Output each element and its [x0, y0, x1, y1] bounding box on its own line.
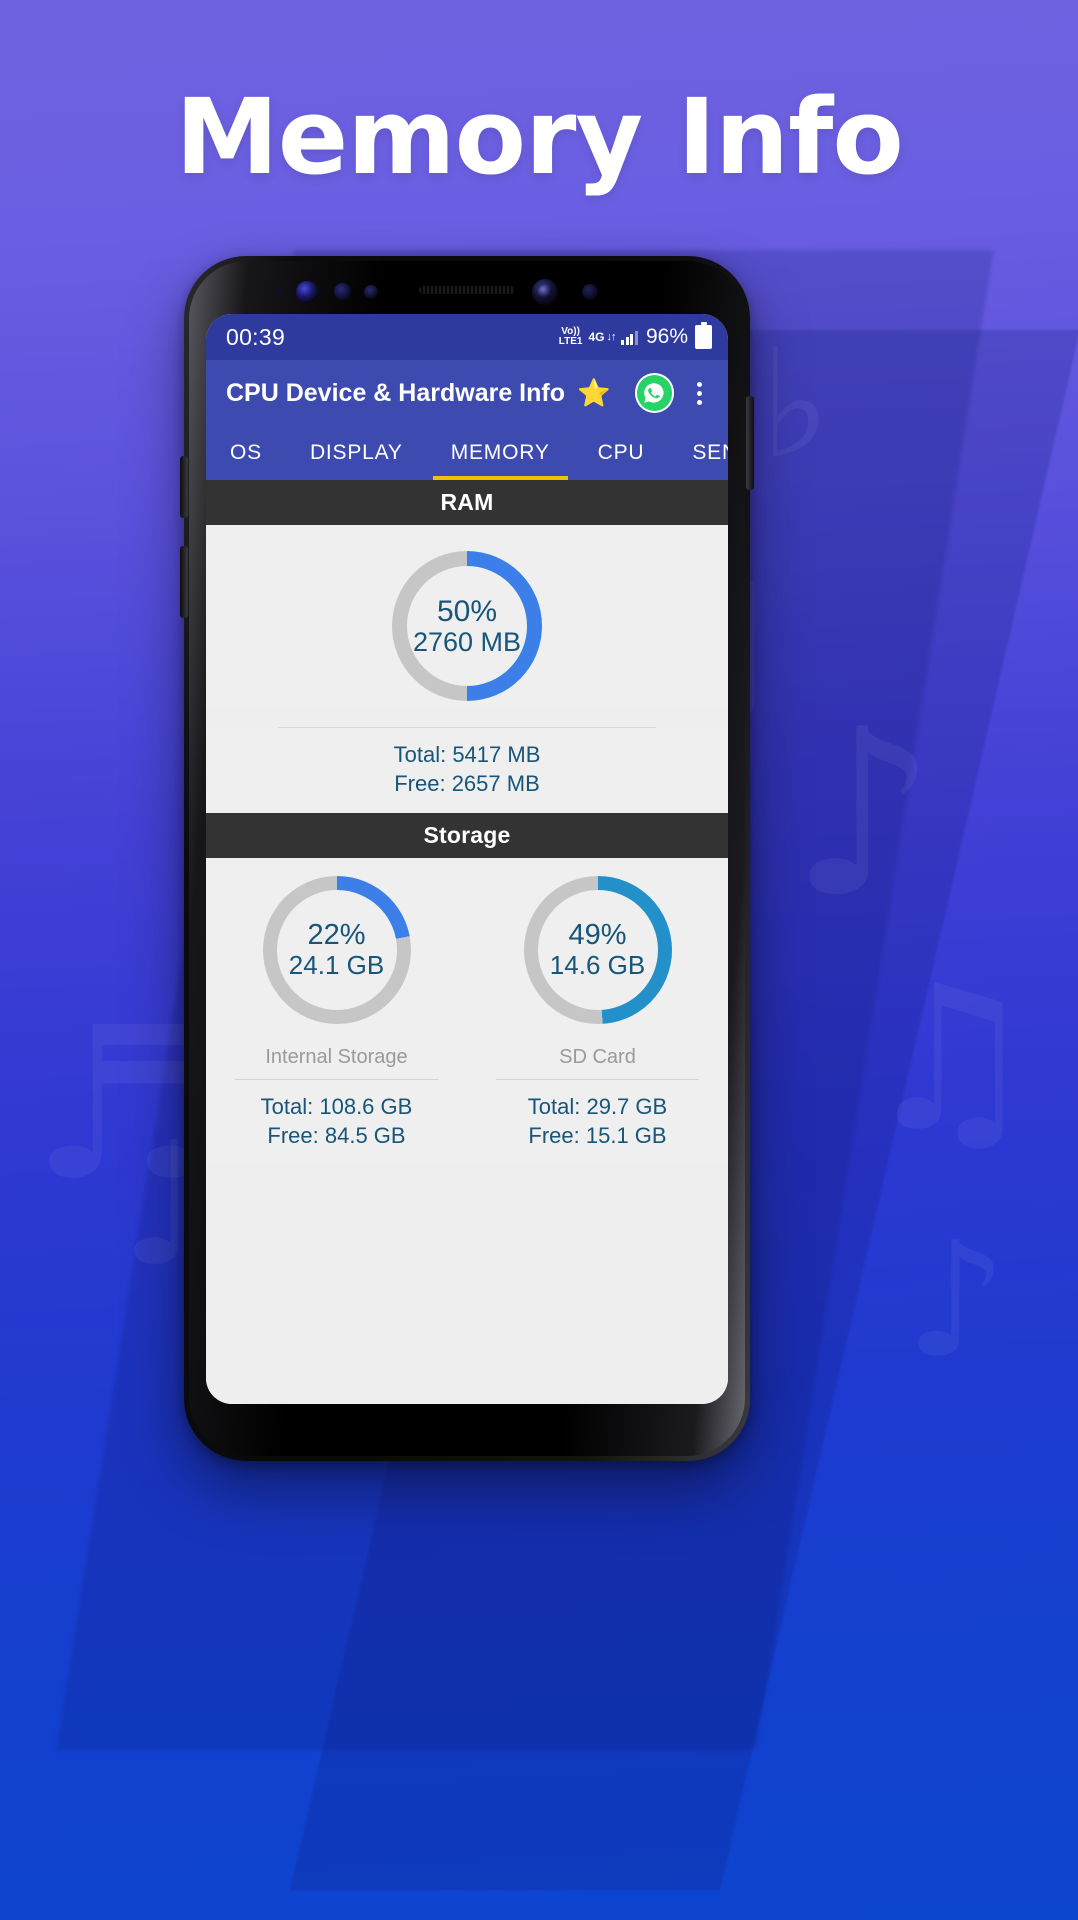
page-title: Memory Info	[175, 76, 904, 198]
app-bar: CPU Device & Hardware Info ⭐	[206, 360, 728, 426]
ram-used: 2760 MB	[412, 626, 522, 657]
watermark-note-7: ♭	[760, 318, 831, 492]
ram-free: Free: 2657 MB	[394, 771, 540, 797]
iris-scanner-icon	[532, 279, 558, 305]
status-bar: 00:39 Vo)) LTE1 4G ↓↑ 96%	[206, 314, 728, 360]
internal-storage-label: Internal Storage	[265, 1045, 408, 1068]
status-time: 00:39	[226, 323, 286, 350]
internal-storage-free: Free: 84.5 GB	[267, 1122, 406, 1148]
internal-storage-gauge: 22% 24.1 GB	[262, 875, 411, 1024]
internal-storage-used: 24.1 GB	[288, 950, 385, 981]
network-type-icon: 4G ↓↑	[588, 330, 616, 344]
battery-icon	[695, 325, 712, 349]
led-indicator-icon	[582, 284, 598, 300]
phone-power-button	[746, 396, 754, 490]
sd-card-total: Total: 29.7 GB	[527, 1093, 668, 1119]
sd-card-gauge-center: 49% 14.6 GB	[537, 889, 658, 1010]
storage-gauges-row: 22% 24.1 GB Internal Storage 49% 14.6 GB	[206, 857, 728, 1080]
phone-screen: 00:39 Vo)) LTE1 4G ↓↑ 96% CPU Device & H…	[206, 314, 728, 1404]
signal-bars-icon	[621, 329, 638, 345]
volte-icon: Vo)) LTE1	[559, 327, 583, 347]
sd-card-totals: Total: 29.7 GB Free: 15.1 GB	[467, 1092, 728, 1150]
tab-display[interactable]: DISPLAY	[286, 426, 427, 480]
sd-card-free: Free: 15.1 GB	[528, 1122, 667, 1148]
volte-line2: LTE1	[558, 336, 583, 347]
ram-totals: Total: 5417 MB Free: 2657 MB	[206, 728, 728, 813]
ram-usage-gauge: 50% 2760 MB	[392, 551, 542, 701]
tab-os[interactable]: OS	[206, 426, 286, 480]
internal-storage-cell: 22% 24.1 GB Internal Storage	[206, 858, 467, 1080]
overflow-menu-icon[interactable]	[686, 378, 712, 409]
tab-sensors[interactable]: SENSORS	[668, 426, 728, 480]
phone-chin	[184, 1405, 750, 1461]
ram-percent: 50%	[436, 594, 498, 628]
phone-bixby-button	[180, 456, 188, 518]
network-label: 4G	[588, 330, 605, 344]
light-sensor-icon	[364, 285, 378, 299]
internal-storage-underline	[234, 1078, 439, 1080]
proximity-sensor-icon	[334, 283, 351, 300]
storage-totals-row: Total: 108.6 GB Free: 84.5 GB Total: 29.…	[206, 1079, 728, 1164]
watermark-note-2: ♪	[790, 681, 937, 948]
sd-card-cell: 49% 14.6 GB SD Card	[467, 858, 728, 1080]
tab-memory[interactable]: MEMORY	[427, 426, 574, 480]
phone-mockup: 00:39 Vo)) LTE1 4G ↓↑ 96% CPU Device & H…	[180, 256, 754, 1461]
internal-storage-totals: Total: 108.6 GB Free: 84.5 GB	[206, 1092, 467, 1150]
sensor-dot-icon	[274, 287, 283, 296]
ram-section-header: RAM	[206, 480, 728, 525]
ram-total: Total: 5417 MB	[393, 742, 541, 767]
watermark-note-6: ♪	[905, 1206, 1008, 1393]
data-arrows-icon: ↓↑	[606, 330, 616, 343]
tab-bar[interactable]: OS DISPLAY MEMORY CPU SENSORS	[206, 426, 728, 480]
front-camera-icon	[296, 281, 318, 303]
earpiece-speaker	[419, 286, 515, 294]
battery-percent: 96%	[645, 325, 688, 348]
sd-card-gauge: 49% 14.6 GB	[523, 875, 672, 1024]
ram-gauge-center: 50% 2760 MB	[407, 566, 527, 686]
sd-card-used: 14.6 GB	[549, 950, 646, 981]
watermark-note-3: ♫	[860, 943, 1040, 1176]
phone-volume-button	[180, 546, 188, 618]
internal-storage-gauge-center: 22% 24.1 GB	[276, 889, 397, 1010]
storage-section-header: Storage	[206, 812, 728, 858]
tab-cpu[interactable]: CPU	[574, 426, 669, 480]
app-title: CPU Device & Hardware Info	[226, 378, 565, 407]
memory-tab-content: RAM 50% 2760 MB Total: 5417 MB Free: 265…	[206, 480, 728, 1404]
sd-card-underline	[495, 1078, 700, 1080]
sd-card-percent: 49%	[568, 919, 627, 952]
status-icons: Vo)) LTE1 4G ↓↑ 96%	[559, 325, 712, 349]
sd-card-label: SD Card	[559, 1045, 636, 1068]
internal-storage-percent: 22%	[307, 919, 366, 952]
whatsapp-icon[interactable]	[634, 373, 675, 413]
ram-gauge-container: 50% 2760 MB	[206, 525, 728, 707]
internal-storage-total: Total: 108.6 GB	[260, 1093, 413, 1119]
star-icon: ⭐	[577, 377, 611, 408]
